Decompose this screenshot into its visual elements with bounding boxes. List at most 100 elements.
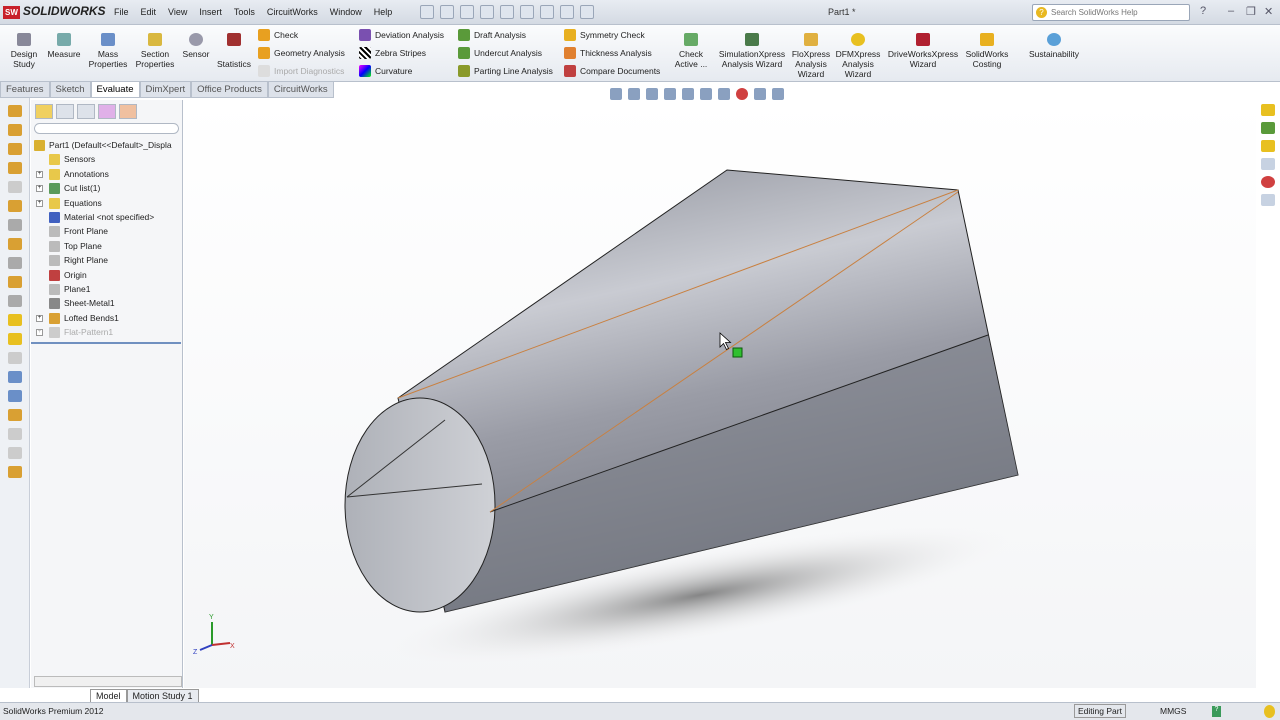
tree-item[interactable]: Top Plane (31, 239, 182, 253)
tree-item[interactable]: + Annotations (31, 167, 182, 181)
menu-edit[interactable]: Edit (141, 7, 157, 17)
zebra-stripes-button[interactable]: Zebra Stripes (359, 47, 426, 59)
menu-circuitworks[interactable]: CircuitWorks (267, 7, 318, 17)
dfmxpress-button[interactable]: DFMXpress Analysis Wizard (834, 33, 882, 79)
options-icon[interactable] (580, 5, 594, 19)
tool-icon[interactable] (7, 466, 22, 478)
tool-icon[interactable] (7, 143, 22, 155)
tab-dimxpert[interactable]: DimXpert (139, 82, 192, 98)
tab-circuitworks[interactable]: CircuitWorks (267, 82, 334, 98)
tree-item[interactable]: Plane1 (31, 282, 182, 296)
new-icon[interactable] (420, 5, 434, 19)
tree-item[interactable]: Sensors (31, 152, 182, 166)
tool-icon[interactable] (7, 238, 22, 250)
file-properties-icon[interactable] (560, 5, 574, 19)
tree-item[interactable]: Front Plane (31, 224, 182, 238)
propertymanager-tab[interactable] (56, 104, 74, 119)
menu-file[interactable]: File (114, 7, 129, 17)
tree-horizontal-scrollbar[interactable] (34, 676, 182, 687)
display-style-icon[interactable] (700, 88, 712, 100)
opening-rim[interactable] (344, 397, 496, 613)
sensor-button[interactable]: Sensor (180, 33, 212, 59)
expand-toggle[interactable]: + (36, 185, 43, 193)
tree-item[interactable]: Origin (31, 268, 182, 282)
custom-properties-icon[interactable] (1261, 194, 1275, 206)
menu-insert[interactable]: Insert (199, 7, 222, 17)
driveworksxpress-button[interactable]: DriveWorksXpress Wizard (886, 33, 960, 69)
displaymanager-tab[interactable] (119, 104, 137, 119)
zoom-to-area-icon[interactable] (628, 88, 640, 100)
apply-scene-icon[interactable] (754, 88, 766, 100)
selection-handle[interactable] (732, 347, 743, 358)
close-icon[interactable]: ✕ (1264, 5, 1273, 18)
unit-system-selector[interactable]: MMGS (1160, 706, 1186, 716)
tree-item[interactable]: + Flat-Pattern1 (31, 325, 182, 339)
edit-appearance-icon[interactable] (736, 88, 748, 100)
view-palette-icon[interactable] (1261, 158, 1275, 170)
tool-icon[interactable] (7, 276, 22, 288)
featuremanager-tab[interactable] (35, 104, 53, 119)
geometry-analysis-button[interactable]: Geometry Analysis (258, 47, 345, 59)
design-library-icon[interactable] (1261, 122, 1275, 134)
tool-icon[interactable] (7, 124, 22, 136)
tree-item[interactable]: + Cut list(1) (31, 181, 182, 195)
tree-root[interactable]: Part1 (Default<<Default>_Displa (31, 138, 182, 152)
undercut-analysis-button[interactable]: Undercut Analysis (458, 47, 542, 59)
tool-icon[interactable] (7, 409, 22, 421)
view-orientation-icon[interactable] (682, 88, 694, 100)
tool-icon[interactable] (7, 181, 22, 193)
minimize-icon[interactable]: – (1228, 5, 1234, 17)
tab-sketch[interactable]: Sketch (49, 82, 91, 98)
tab-model[interactable]: Model (90, 689, 127, 703)
tool-icon[interactable] (7, 257, 22, 269)
tree-item[interactable]: + Equations (31, 196, 182, 210)
expand-toggle[interactable]: + (36, 329, 43, 337)
tool-icon[interactable] (7, 352, 22, 364)
menu-tools[interactable]: Tools (234, 7, 255, 17)
select-icon[interactable] (520, 5, 534, 19)
draft-analysis-button[interactable]: Draft Analysis (458, 29, 526, 41)
restore-icon[interactable]: ❐ (1246, 5, 1256, 18)
tool-icon[interactable] (7, 333, 22, 345)
print-icon[interactable] (480, 5, 494, 19)
tree-item[interactable]: Right Plane (31, 253, 182, 267)
view-settings-icon[interactable] (772, 88, 784, 100)
previous-view-icon[interactable] (646, 88, 658, 100)
mass-properties-button[interactable]: Mass Properties (86, 33, 130, 69)
design-study-button[interactable]: Design Study (8, 33, 40, 69)
rebuild-icon[interactable] (540, 5, 554, 19)
deviation-analysis-button[interactable]: Deviation Analysis (359, 29, 444, 41)
import-diagnostics-button[interactable]: Import Diagnostics (258, 65, 344, 77)
tab-features[interactable]: Features (0, 82, 50, 98)
sustainability-button[interactable]: Sustainability (1024, 33, 1084, 59)
expand-toggle[interactable]: + (36, 199, 43, 207)
tab-office-products[interactable]: Office Products (191, 82, 268, 98)
undo-icon[interactable] (500, 5, 514, 19)
menu-view[interactable]: View (168, 7, 187, 17)
thickness-analysis-button[interactable]: Thickness Analysis (564, 47, 652, 59)
tab-evaluate[interactable]: Evaluate (90, 82, 140, 98)
graphics-area[interactable]: Y X Z (184, 98, 1256, 688)
tab-motion-study-1[interactable]: Motion Study 1 (126, 689, 199, 703)
symmetry-check-button[interactable]: Symmetry Check (564, 29, 645, 41)
tool-icon[interactable] (7, 314, 22, 326)
zoom-to-fit-icon[interactable] (610, 88, 622, 100)
tree-filter-input[interactable] (34, 123, 179, 134)
expand-toggle[interactable]: + (36, 170, 43, 178)
simulationxpress-button[interactable]: SimulationXpress Analysis Wizard (718, 33, 786, 69)
tree-item[interactable]: Material <not specified> (31, 210, 182, 224)
open-icon[interactable] (440, 5, 454, 19)
tool-icon[interactable] (7, 428, 22, 440)
section-view-icon[interactable] (664, 88, 676, 100)
help-search-input[interactable]: Search SolidWorks Help (1032, 4, 1190, 21)
tree-item[interactable]: Sheet-Metal1 (31, 296, 182, 310)
compare-documents-button[interactable]: Compare Documents (564, 65, 660, 77)
section-properties-button[interactable]: Section Properties (133, 33, 177, 69)
curvature-button[interactable]: Curvature (359, 65, 412, 77)
tool-icon[interactable] (7, 295, 22, 307)
parting-line-analysis-button[interactable]: Parting Line Analysis (458, 65, 553, 77)
appearances-icon[interactable] (1261, 176, 1275, 188)
tool-icon[interactable] (7, 200, 22, 212)
menu-window[interactable]: Window (330, 7, 362, 17)
file-explorer-icon[interactable] (1261, 140, 1275, 152)
